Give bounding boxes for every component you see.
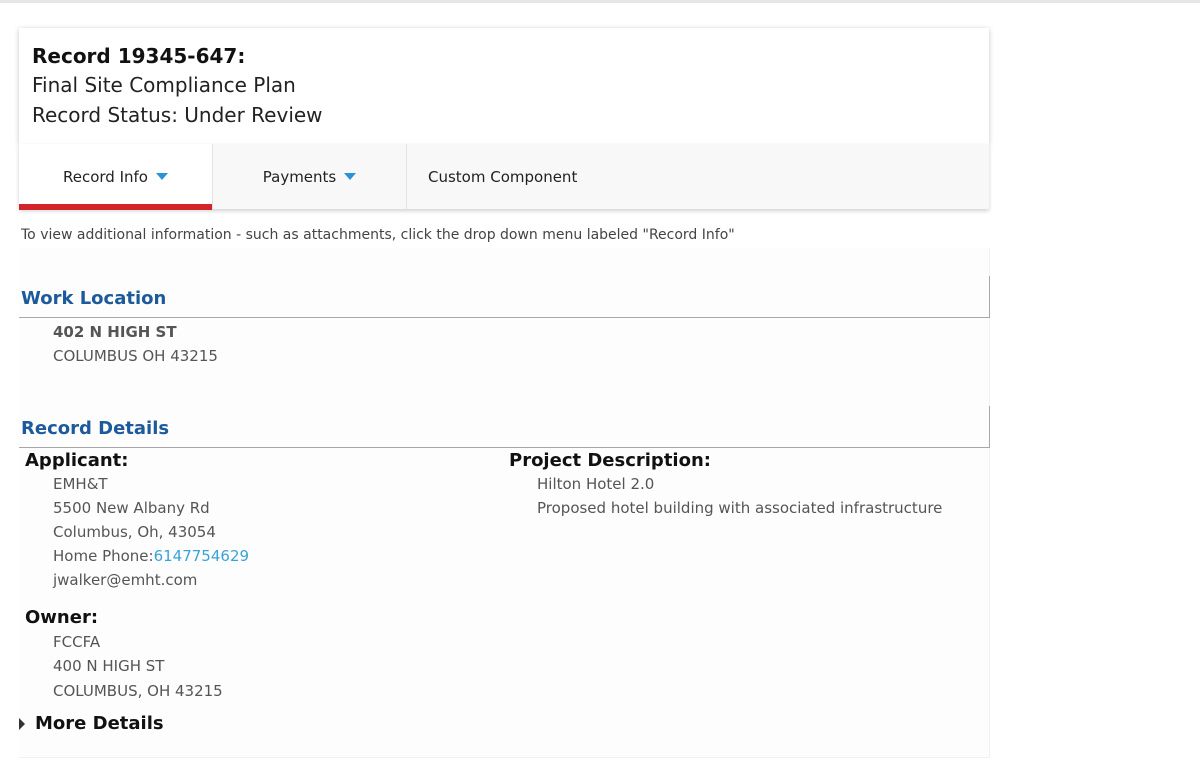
tab-record-info[interactable]: Record Info <box>19 144 212 210</box>
help-text: To view additional information - such as… <box>21 227 735 243</box>
phone-label: Home Phone: <box>53 547 154 565</box>
owner-city: COLUMBUS, OH 43215 <box>53 682 223 700</box>
phone-link[interactable]: 6147754629 <box>154 547 249 565</box>
record-status: Record Status: Under Review <box>32 103 323 127</box>
more-details-label: More Details <box>35 713 164 734</box>
tab-custom-component-label: Custom Component <box>428 167 578 186</box>
record-header-card: Record 19345-647: Final Site Compliance … <box>19 28 989 144</box>
tab-record-info-label: Record Info <box>63 167 148 186</box>
project-description: Proposed hotel building with associated … <box>537 499 943 517</box>
owner-heading: Owner: <box>25 607 99 628</box>
project-description-heading: Project Description: <box>509 450 711 471</box>
applicant-heading: Applicant: <box>25 450 129 471</box>
work-location-street: 402 N HIGH ST <box>53 323 177 341</box>
tab-payments-label: Payments <box>262 167 337 186</box>
owner-address: 400 N HIGH ST <box>53 657 165 675</box>
record-name: Final Site Compliance Plan <box>32 73 296 97</box>
record-details-heading: Record Details <box>19 406 990 448</box>
tab-custom-component[interactable]: Custom Component <box>406 144 989 209</box>
triangle-right-icon <box>19 717 25 730</box>
record-number: Record 19345-647: <box>32 44 246 68</box>
record-tabs: Record Info Payments Custom Component <box>19 144 989 210</box>
work-location-heading: Work Location <box>19 276 990 318</box>
work-location-city: COLUMBUS OH 43215 <box>53 347 218 365</box>
applicant-address: 5500 New Albany Rd <box>53 499 210 517</box>
active-tab-indicator <box>19 204 212 210</box>
top-divider <box>0 0 1200 3</box>
more-details-toggle[interactable]: More Details <box>19 713 164 734</box>
tab-payments[interactable]: Payments <box>212 144 406 209</box>
applicant-name: EMH&T <box>53 475 108 493</box>
caret-down-icon <box>344 173 357 180</box>
project-name: Hilton Hotel 2.0 <box>537 475 655 493</box>
applicant-city: Columbus, Oh, 43054 <box>53 523 216 541</box>
applicant-phone-row: Home Phone:6147754629 <box>53 546 249 566</box>
caret-down-icon <box>155 173 168 180</box>
applicant-email: jwalker@emht.com <box>53 571 198 589</box>
owner-name: FCCFA <box>53 633 101 651</box>
